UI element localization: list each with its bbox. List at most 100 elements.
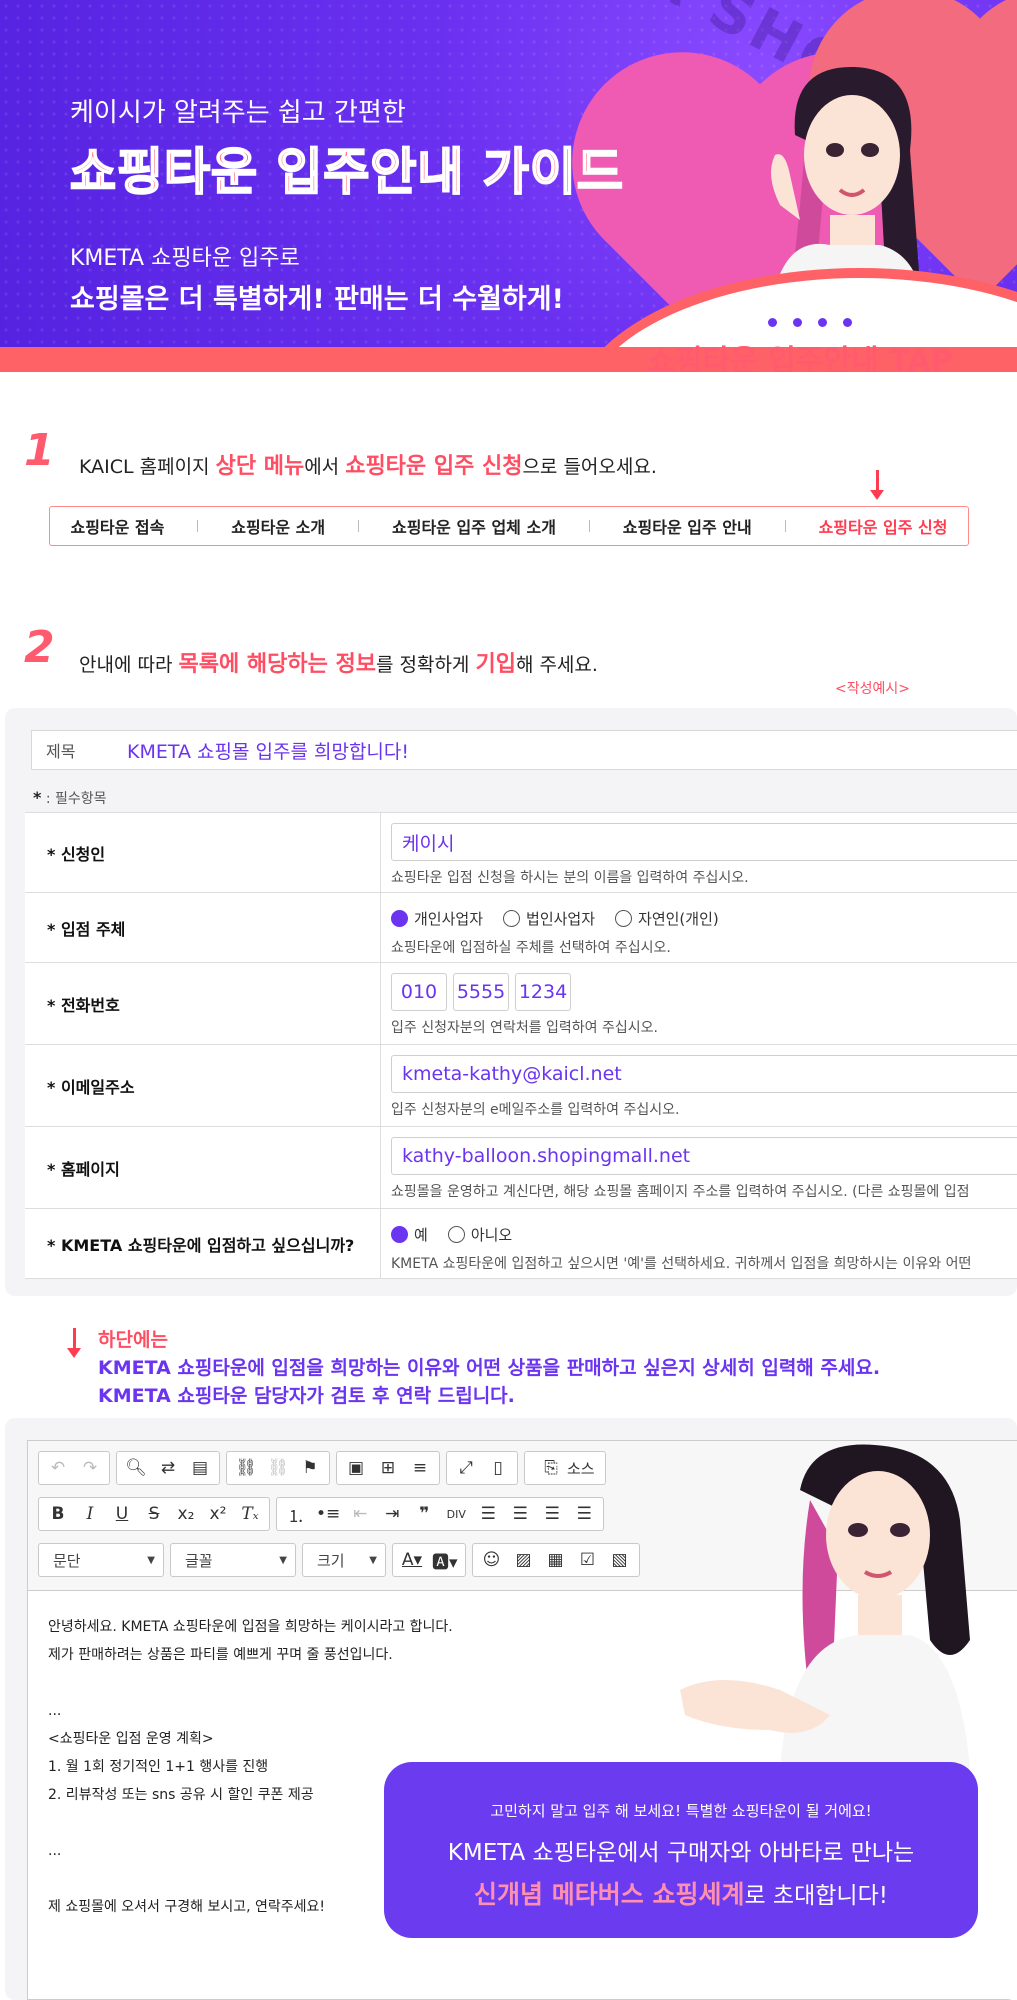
applicant-label: * 신청인: [25, 813, 381, 892]
image-icon[interactable]: ▣: [340, 1453, 372, 1483]
phone-part-2-input[interactable]: 5555: [453, 973, 509, 1011]
bullet-list-icon[interactable]: •≡: [312, 1499, 344, 1529]
menu-item-guide[interactable]: 쇼핑타운 입주 안내: [615, 514, 760, 538]
row-applicant: * 신청인 케이시 쇼핑타운 입점 신청을 하시는 분의 이름을 입력하여 주십…: [25, 813, 1017, 893]
radio-unselected-icon: [447, 1225, 465, 1243]
applicant-input[interactable]: 케이시: [391, 823, 1017, 861]
source-icon[interactable]: ⎘: [535, 1453, 567, 1483]
hero-subtitle: 케이시가 알려주는 쉽고 간편한: [70, 98, 406, 128]
size-select[interactable]: 크기 ▼: [302, 1543, 386, 1577]
select-all-icon[interactable]: ▤: [184, 1453, 216, 1483]
site-menu-bar: 쇼핑타운 접속 쇼핑타운 소개 쇼핑타운 입주 업체 소개 쇼핑타운 입주 안내…: [49, 506, 969, 546]
radio-unselected-icon: [615, 909, 633, 927]
color-palette-icon[interactable]: ▦: [540, 1545, 572, 1575]
unlink-icon[interactable]: ⛓: [262, 1453, 294, 1483]
replace-icon[interactable]: ⇄: [152, 1453, 184, 1483]
italic-icon[interactable]: I: [74, 1499, 106, 1529]
underline-icon[interactable]: U: [106, 1499, 138, 1529]
div-container-icon[interactable]: DIV: [440, 1499, 472, 1529]
bold-icon[interactable]: B: [42, 1499, 74, 1529]
outdent-icon[interactable]: ⇤: [344, 1499, 376, 1529]
font-select[interactable]: 글꼴 ▼: [170, 1543, 296, 1577]
radio-individual-business[interactable]: 개인사업자: [391, 908, 483, 929]
show-blocks-icon[interactable]: ▯: [482, 1453, 514, 1483]
remove-format-icon[interactable]: Tₓ: [234, 1499, 266, 1529]
avatar-character-icon: [680, 1444, 970, 1770]
caret-down-icon: ▼: [369, 1554, 377, 1566]
blockquote-icon[interactable]: ❞: [408, 1499, 440, 1529]
maximize-icon[interactable]: ⤢: [450, 1453, 482, 1483]
menu-item-tenants[interactable]: 쇼핑타운 입주 업체 소개: [384, 514, 564, 538]
redo-icon[interactable]: ↷: [74, 1453, 106, 1483]
text-color-icon[interactable]: A▾: [396, 1545, 428, 1575]
cta-line-1: KMETA 쇼핑타운에서 구매자와 아바타로 만나는: [447, 1840, 915, 1866]
superscript-icon[interactable]: x²: [202, 1499, 234, 1529]
cta-banner: 고민하지 말고 입주 해 보세요! 특별한 쇼핑타운이 될 거에요! KMETA…: [384, 1762, 978, 1938]
caret-down-icon: ▼: [279, 1554, 287, 1566]
anchor-flag-icon[interactable]: ⚑: [294, 1453, 326, 1483]
search-icon[interactable]: 🔍︎: [120, 1453, 152, 1483]
table-icon[interactable]: ⊞: [372, 1453, 404, 1483]
homepage-label: * 홈페이지: [25, 1127, 381, 1208]
indent-icon[interactable]: ⇥: [376, 1499, 408, 1529]
menu-item-apply[interactable]: 쇼핑타운 입주 신청: [811, 514, 956, 538]
entity-label: * 입점 주체: [25, 893, 381, 962]
phone-part-3-input[interactable]: 1234: [515, 973, 571, 1011]
note-line-2: KMETA 쇼핑타운 담당자가 검토 후 연락 드립니다.: [98, 1385, 515, 1407]
emoji-icon[interactable]: ☺: [476, 1545, 508, 1575]
menu-item-access[interactable]: 쇼핑타운 접속: [62, 514, 172, 538]
phone-label: * 전화번호: [25, 963, 381, 1044]
align-center-icon[interactable]: ☰: [504, 1499, 536, 1529]
checkbox-icon[interactable]: ☑: [572, 1545, 604, 1575]
step-2-number: 2: [24, 622, 55, 673]
hero-line-2: 쇼핑몰은 더 특별하게! 판매는 더 수월하게!: [70, 284, 564, 315]
radio-yes[interactable]: 예: [391, 1224, 428, 1245]
image-edit-icon[interactable]: ▧: [604, 1545, 636, 1575]
radio-natural-person[interactable]: 자연인(개인): [615, 908, 719, 929]
subject-field[interactable]: 제목 KMETA 쇼핑몰 입주를 희망합니다!: [31, 730, 1017, 770]
step-2-text: 안내에 따라 목록에 해당하는 정보를 정확하게 기입해 주세요.: [79, 652, 598, 677]
horizontal-rule-icon[interactable]: ≡: [404, 1453, 436, 1483]
entity-help: 쇼핑타운에 입점하실 주체를 선택하여 주십시오.: [391, 940, 671, 956]
radio-no[interactable]: 아니오: [447, 1224, 512, 1245]
email-help: 입주 신청자분의 e메일주소를 입력하여 주십시오.: [391, 1102, 680, 1118]
caret-down-icon: ▼: [147, 1554, 155, 1566]
align-right-icon[interactable]: ☰: [536, 1499, 568, 1529]
link-icon[interactable]: ⛓: [230, 1453, 262, 1483]
form-table: * 신청인 케이시 쇼핑타운 입점 신청을 하시는 분의 이름을 입력하여 주십…: [25, 812, 1017, 1279]
radio-corporate-business[interactable]: 법인사업자: [503, 908, 595, 929]
note-line-1: KMETA 쇼핑타운에 입점을 희망하는 이유와 어떤 상품을 판매하고 싶은지…: [98, 1357, 881, 1379]
paragraph-select[interactable]: 문단 ▼: [38, 1543, 164, 1577]
align-justify-icon[interactable]: ☰: [568, 1499, 600, 1529]
example-tag: <작성예시>: [835, 681, 910, 697]
hero-banner: KMETA SHOPING TOWN 케이시가 알려주는 쉽고 간편한 쇼핑타운…: [0, 0, 1017, 372]
tap-dots: [768, 318, 852, 327]
subscript-icon[interactable]: x₂: [170, 1499, 202, 1529]
numbered-list-icon[interactable]: ⒈: [280, 1499, 312, 1529]
email-input[interactable]: kmeta-kathy@kaicl.net: [391, 1055, 1017, 1093]
background-color-icon[interactable]: 🅰︎▾: [428, 1545, 462, 1575]
join-label: * KMETA 쇼핑타운에 입점하고 싶으십니까?: [25, 1209, 381, 1278]
source-button[interactable]: 소스: [567, 1458, 595, 1479]
undo-icon[interactable]: ↶: [42, 1453, 74, 1483]
phone-part-1-input[interactable]: 010: [391, 973, 447, 1011]
application-form: 제목 KMETA 쇼핑몰 입주를 희망합니다! * : 필수항목 * 신청인 케…: [5, 708, 1017, 1296]
image-insert-icon[interactable]: ▨: [508, 1545, 540, 1575]
hero-line-1: KMETA 쇼핑타운 입주로: [70, 246, 300, 271]
homepage-help: 쇼핑몰을 운영하고 계신다면, 해당 쇼핑몰 홈페이지 주소를 입력하여 주십시…: [391, 1184, 970, 1200]
row-homepage: * 홈페이지 kathy-balloon.shopingmall.net 쇼핑몰…: [25, 1127, 1017, 1209]
row-email: * 이메일주소 kmeta-kathy@kaicl.net 입주 신청자분의 e…: [25, 1045, 1017, 1127]
subject-label: 제목: [46, 742, 76, 761]
arrow-down-icon: [67, 1328, 81, 1358]
menu-item-intro[interactable]: 쇼핑타운 소개: [223, 514, 333, 538]
join-help: KMETA 쇼핑타운에 입점하고 싶으시면 '예'를 선택하세요. 귀하께서 입…: [391, 1256, 972, 1272]
strikethrough-icon[interactable]: S: [138, 1499, 170, 1529]
align-left-icon[interactable]: ☰: [472, 1499, 504, 1529]
homepage-input[interactable]: kathy-balloon.shopingmall.net: [391, 1137, 1017, 1175]
cta-line-2: 신개념 메타버스 쇼핑세계로 초대합니다!: [474, 1880, 888, 1909]
row-entity: * 입점 주체 개인사업자 법인사업자 자연인(개인) 쇼핑타운에 입점하실 주…: [25, 893, 1017, 963]
cta-small-text: 고민하지 말고 입주 해 보세요! 특별한 쇼핑타운이 될 거에요!: [490, 1802, 872, 1820]
radio-selected-icon: [391, 1225, 408, 1243]
hero-title: 쇼핑타운 입주안내 가이드: [69, 142, 624, 202]
row-join: * KMETA 쇼핑타운에 입점하고 싶으십니까? 예 아니오 KMETA 쇼핑…: [25, 1209, 1017, 1279]
